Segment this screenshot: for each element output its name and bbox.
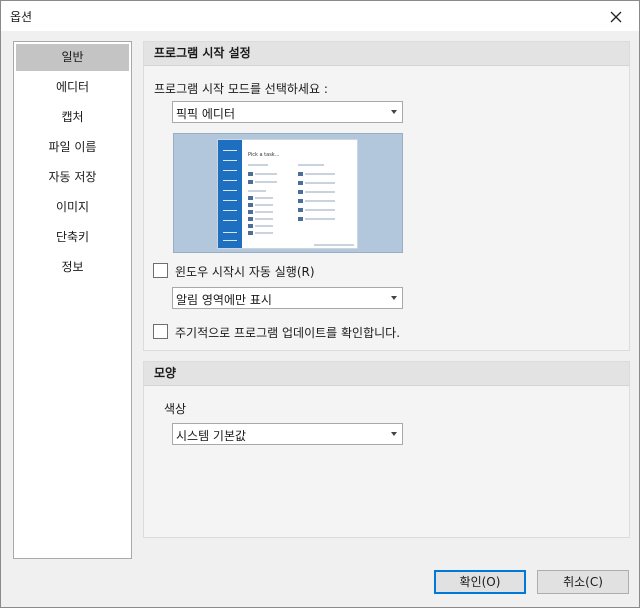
autostart-label[interactable]: 윈도우 시작시 자동 실행(R) [175,263,315,280]
title-bar: 옵션 [1,1,639,31]
autostart-checkbox[interactable] [153,263,168,278]
options-dialog: 옵션 일반 에디터 캡처 파일 이름 자동 저장 이미지 단축키 정보 프로그램… [0,0,640,608]
sidebar-item-filename[interactable]: 파일 이름 [16,134,129,161]
update-check-checkbox[interactable] [153,324,168,339]
preview-heading: Pick a task... [248,152,280,158]
preview-editor-window: Pick a task... [217,139,358,249]
cancel-button[interactable]: 취소(C) [537,570,629,594]
window-title: 옵션 [10,10,33,24]
sidebar-item-image[interactable]: 이미지 [16,194,129,221]
sidebar-item-capture[interactable]: 캡처 [16,104,129,131]
startup-section-heading: 프로그램 시작 설정 [144,42,629,66]
startup-mode-value: 픽픽 에디터 [176,107,236,121]
startup-mode-preview: Pick a task... [173,133,403,253]
color-theme-select[interactable]: 시스템 기본값 [172,423,403,445]
sidebar-item-autosave[interactable]: 자동 저장 [16,164,129,191]
chevron-down-icon [391,110,397,114]
appearance-group: 모양 [143,361,630,538]
color-theme-value: 시스템 기본값 [176,429,247,443]
appearance-section-heading: 모양 [144,362,629,386]
sidebar-item-general[interactable]: 일반 [16,44,129,71]
tray-mode-value: 알림 영역에만 표시 [176,293,272,307]
sidebar-item-editor[interactable]: 에디터 [16,74,129,101]
preview-sidebar [218,140,242,248]
startup-mode-label: 프로그램 시작 모드를 선택하세요 : [154,82,328,96]
update-check-label[interactable]: 주기적으로 프로그램 업데이트를 확인합니다. [175,324,400,341]
ok-button[interactable]: 확인(O) [434,570,526,594]
close-button[interactable] [601,5,631,29]
sidebar-item-about[interactable]: 정보 [16,254,129,281]
startup-mode-select[interactable]: 픽픽 에디터 [172,101,403,123]
chevron-down-icon [391,432,397,436]
tray-mode-select[interactable]: 알림 영역에만 표시 [172,287,403,309]
category-list: 일반 에디터 캡처 파일 이름 자동 저장 이미지 단축키 정보 [13,41,132,559]
close-icon [610,11,622,23]
chevron-down-icon [391,296,397,300]
color-label: 색상 [164,402,187,416]
sidebar-item-hotkeys[interactable]: 단축키 [16,224,129,251]
